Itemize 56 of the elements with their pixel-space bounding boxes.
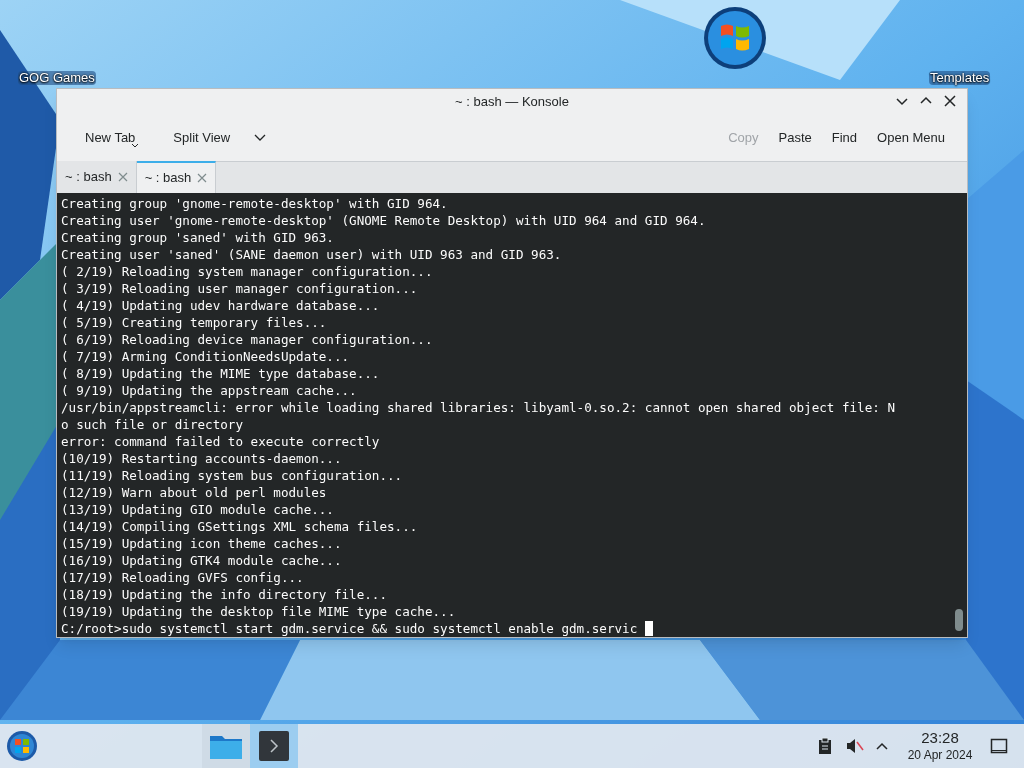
command-line[interactable]: C:/root>sudo systemctl start gdm.service && sudo systemctl enable gdm.servic xyxy=(61,620,638,637)
show-desktop-icon[interactable] xyxy=(990,737,1008,755)
terminal-line: ( 6/19) Reloading device manager configuration... xyxy=(61,331,433,348)
terminal-line: o such file or directory xyxy=(61,416,243,433)
text-cursor xyxy=(645,621,654,636)
start-menu-icon[interactable] xyxy=(6,730,38,762)
terminal-line: /usr/bin/appstreamcli: error while loading shared libraries: libyaml-0.so.2: cannot open shared object file: N xyxy=(61,399,896,416)
terminal-line: ( 4/19) Updating udev hardware database... xyxy=(61,297,380,314)
toolbar-button[interactable]: Split View xyxy=(159,122,281,153)
terminal-line: error: command failed to execute correctly xyxy=(61,433,380,450)
terminal-line: Creating user 'saned' (SANE daemon user) with UID 963 and GID 963. xyxy=(61,246,562,263)
terminal-line: (13/19) Updating GIO module cache... xyxy=(61,501,334,518)
toolbar-button[interactable]: New Tab xyxy=(71,122,150,153)
terminal-line: Creating user 'gnome-remote-desktop' (GNOME Remote Desktop) with UID 964 and GID 964. xyxy=(61,212,706,229)
close-tab-icon[interactable] xyxy=(197,173,208,183)
terminal-line: (18/19) Updating the info directory file... xyxy=(61,586,388,603)
terminal-line: (16/19) Updating GTK4 module cache... xyxy=(61,552,342,569)
scrollbar-handle[interactable] xyxy=(955,609,963,631)
terminal-line: (17/19) Reloading GVFS config... xyxy=(61,569,304,586)
terminal-line: ( 2/19) Reloading system manager configuration... xyxy=(61,263,433,280)
terminal-line: (11/19) Reloading system bus configuration... xyxy=(61,467,403,484)
muted-speaker-icon[interactable] xyxy=(844,736,864,756)
tab[interactable]: ~ : bash xyxy=(136,161,217,193)
folder-icon xyxy=(210,733,242,759)
terminal-line: (10/19) Restarting accounts-daemon... xyxy=(61,450,342,467)
terminal-line: Creating group 'saned' with GID 963. xyxy=(61,229,334,246)
tab-label: ~ : bash xyxy=(144,169,192,188)
clock-time: 23:28 xyxy=(921,729,959,748)
close-tab-icon[interactable] xyxy=(117,172,128,182)
clock-date: 20 Apr 2024 xyxy=(907,747,973,763)
terminal-line: Creating group 'gnome-remote-desktop' with GID 964. xyxy=(61,195,448,212)
taskbar-item[interactable] xyxy=(202,724,250,768)
caret-icon xyxy=(254,133,267,142)
terminal-line: (14/19) Compiling GSettings XML schema files... xyxy=(61,518,418,535)
windows-logo-icon[interactable] xyxy=(703,6,767,70)
terminal-line: ( 8/19) Updating the MIME type database... xyxy=(61,365,380,382)
desktop-icon-label[interactable]: Templates xyxy=(929,71,991,85)
clipboard-icon[interactable] xyxy=(816,737,834,755)
window-title: ~ : bash — Konsole xyxy=(455,92,569,111)
terminal-line: (19/19) Updating the desktop file MIME type cache... xyxy=(61,603,456,620)
tab-label: ~ : bash xyxy=(65,168,112,187)
caret-icon xyxy=(131,142,139,149)
terminal[interactable] xyxy=(57,193,967,637)
clock[interactable]: 23:28 20 Apr 2024 xyxy=(900,729,980,763)
terminal-line: ( 7/19) Arming ConditionNeedsUpdate... xyxy=(61,348,350,365)
terminal-line: ( 3/19) Reloading user manager configuration... xyxy=(61,280,418,297)
taskbar-item[interactable] xyxy=(250,724,298,768)
terminal-line: (12/19) Warn about old perl modules xyxy=(61,484,327,501)
terminal-icon xyxy=(259,731,289,761)
toolbar-button[interactable]: Open Menu xyxy=(869,122,953,153)
terminal-line: ( 9/19) Updating the appstream cache... xyxy=(61,382,357,399)
terminal-line: (15/19) Updating icon theme caches... xyxy=(61,535,342,552)
tab[interactable]: ~ : bash xyxy=(57,161,137,193)
toolbar-button[interactable]: Paste xyxy=(770,122,820,153)
terminal-line: ( 5/19) Creating temporary files... xyxy=(61,314,327,331)
toolbar-button[interactable]: Find xyxy=(823,122,866,153)
